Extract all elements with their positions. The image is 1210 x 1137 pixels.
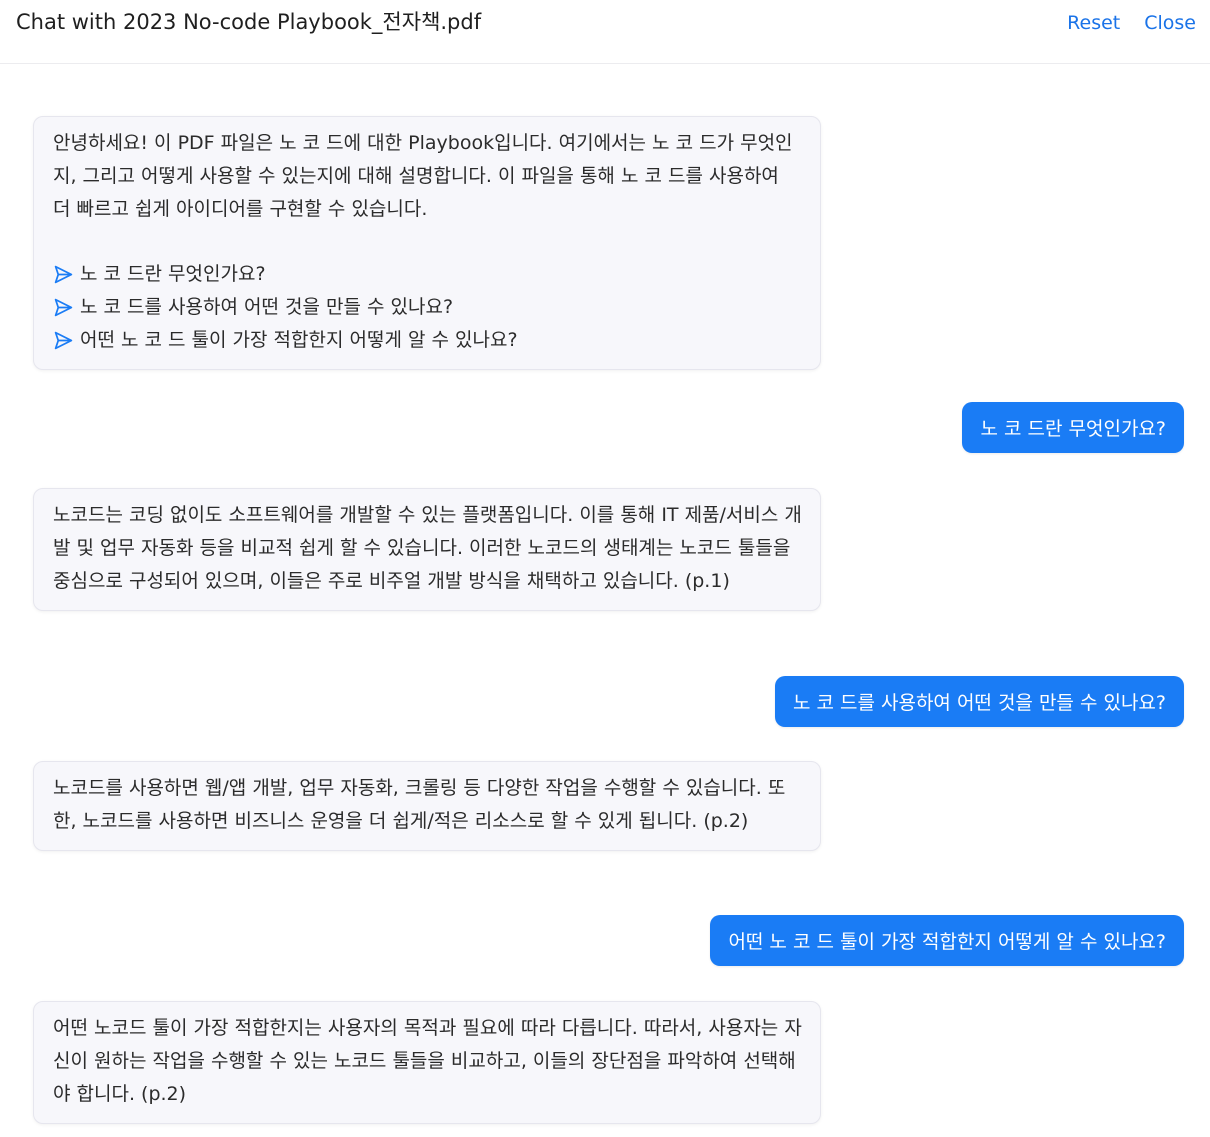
close-button[interactable]: Close	[1144, 10, 1196, 36]
assistant-message: 안녕하세요! 이 PDF 파일은 노 코 드에 대한 Playbook입니다. …	[33, 116, 821, 370]
user-message: 노 코 드를 사용하여 어떤 것을 만들 수 있나요?	[774, 676, 1184, 727]
user-message-text: 노 코 드란 무엇인가요?	[980, 418, 1166, 440]
user-message: 노 코 드란 무엇인가요?	[962, 402, 1184, 453]
assistant-message: 어떤 노코드 툴이 가장 적합한지는 사용자의 목적과 필요에 따라 다릅니다.…	[33, 1001, 821, 1124]
page-title: Chat with 2023 No-code Playbook_전자책.pdf	[16, 10, 482, 34]
assistant-message: 노코드는 코딩 없이도 소프트웨어를 개발할 수 있는 플랫폼입니다. 이를 통…	[33, 488, 821, 611]
reset-button[interactable]: Reset	[1067, 10, 1120, 36]
assistant-message-text: 안녕하세요! 이 PDF 파일은 노 코 드에 대한 Playbook입니다. …	[53, 132, 793, 220]
send-arrow-icon	[54, 298, 73, 317]
send-arrow-icon	[54, 265, 73, 284]
chat-header: Chat with 2023 No-code Playbook_전자책.pdf …	[0, 0, 1210, 64]
user-message-text: 노 코 드를 사용하여 어떤 것을 만들 수 있나요?	[792, 692, 1166, 714]
suggested-question-label: 어떤 노 코 드 툴이 가장 적합한지 어떻게 알 수 있나요?	[80, 329, 518, 351]
chat-messages[interactable]: 안녕하세요! 이 PDF 파일은 노 코 드에 대한 Playbook입니다. …	[0, 64, 1210, 1137]
assistant-message: 노코드를 사용하면 웹/앱 개발, 업무 자동화, 크롤링 등 다양한 작업을 …	[33, 761, 821, 851]
user-message-text: 어떤 노 코 드 툴이 가장 적합한지 어떻게 알 수 있나요?	[728, 931, 1166, 953]
user-message: 어떤 노 코 드 툴이 가장 적합한지 어떻게 알 수 있나요?	[710, 915, 1184, 966]
header-actions: Reset Close	[1067, 6, 1196, 36]
suggested-question-label: 노 코 드를 사용하여 어떤 것을 만들 수 있나요?	[80, 296, 454, 318]
send-arrow-icon	[54, 331, 73, 350]
assistant-message-text: 노코드는 코딩 없이도 소프트웨어를 개발할 수 있는 플랫폼입니다. 이를 통…	[53, 504, 802, 592]
suggested-question[interactable]: 노 코 드를 사용하여 어떤 것을 만들 수 있나요?	[53, 291, 802, 324]
assistant-message-text: 어떤 노코드 툴이 가장 적합한지는 사용자의 목적과 필요에 따라 다릅니다.…	[53, 1017, 802, 1105]
suggested-question-label: 노 코 드란 무엇인가요?	[80, 263, 266, 285]
suggested-question[interactable]: 노 코 드란 무엇인가요?	[53, 258, 802, 291]
assistant-message-text: 노코드를 사용하면 웹/앱 개발, 업무 자동화, 크롤링 등 다양한 작업을 …	[53, 777, 786, 832]
suggested-question[interactable]: 어떤 노 코 드 툴이 가장 적합한지 어떻게 알 수 있나요?	[53, 324, 802, 357]
